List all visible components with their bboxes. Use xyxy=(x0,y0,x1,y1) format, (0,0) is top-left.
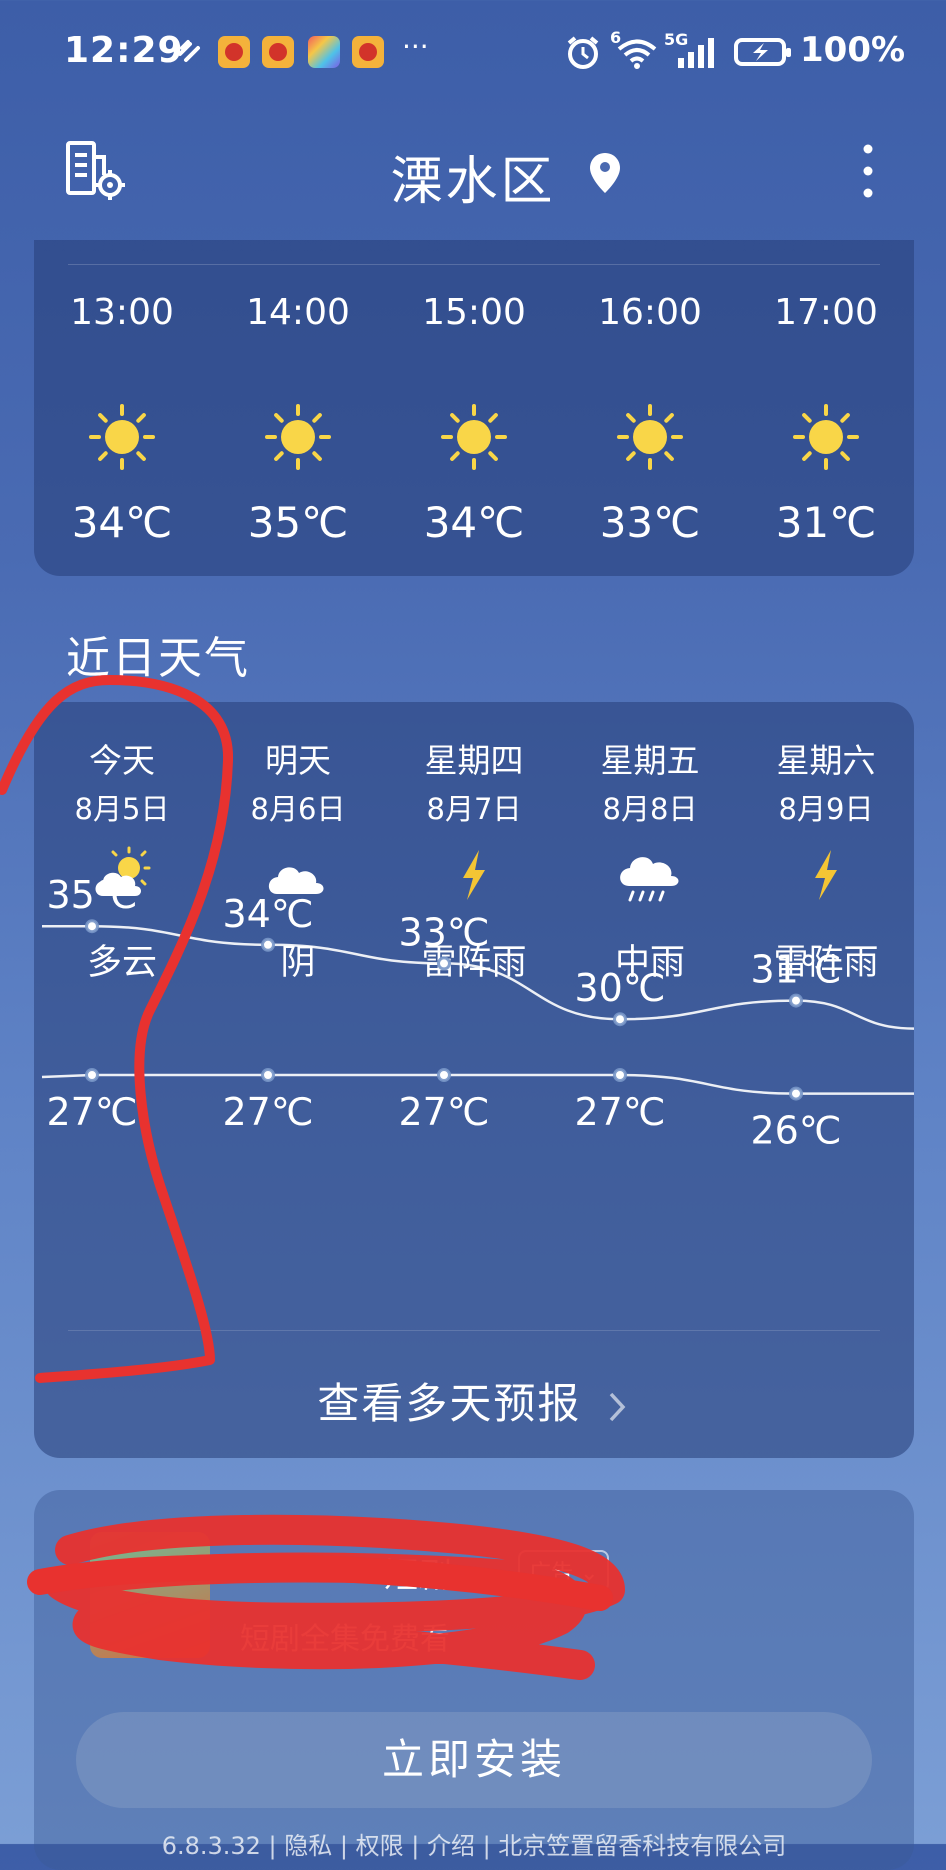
temperature-chart: 35℃ 34℃ 33℃ 30℃ 31℃ 27℃ 27℃ 27℃ 27℃ 26℃ xyxy=(41,873,914,1153)
hour-time: 14:00 xyxy=(246,292,350,333)
high-temp-point xyxy=(613,1012,627,1027)
divider xyxy=(68,264,880,265)
hour-icon xyxy=(386,402,562,472)
weibo-icon xyxy=(262,36,294,68)
sun-icon xyxy=(265,404,331,470)
hour-icon xyxy=(34,402,210,472)
low-temp-label: 27℃ xyxy=(46,1090,137,1134)
high-temp-point xyxy=(789,993,803,1008)
ad-tag[interactable]: 广告 ⌄ xyxy=(518,1550,610,1592)
battery-percent: 100% xyxy=(800,30,906,70)
high-temp-label: 30℃ xyxy=(574,966,665,1010)
hour-icon xyxy=(210,402,386,472)
low-temp-label: 27℃ xyxy=(574,1090,665,1134)
status-bar: 12:29 ··· 6 5G 100% xyxy=(0,0,946,106)
app-icon xyxy=(308,36,340,68)
low-temp-point xyxy=(85,1068,99,1082)
section-title: 近日天气 xyxy=(66,633,250,684)
daily-forecast-card[interactable]: 今天 8月5日 多云 明天 8月6日 阴星期四 8月7日 雷阵雨 星期五 8月8日 … xyxy=(34,702,914,1458)
low-temp-label: 27℃ xyxy=(398,1090,489,1134)
divider xyxy=(68,1330,880,1331)
sun-icon xyxy=(441,404,507,470)
chevron-down-icon: ⌄ xyxy=(580,1561,599,1586)
weibo-icon xyxy=(218,36,250,68)
install-button[interactable]: 立即安装 xyxy=(76,1712,872,1808)
high-temp-label: 35℃ xyxy=(46,873,137,917)
high-temp-point xyxy=(85,919,99,934)
hour-temp: 35℃ xyxy=(247,498,349,547)
hourly-forecast-card[interactable]: 13:00 34℃ 14:00 35℃ 15:00 34℃ 16:00 33℃ 17:0… xyxy=(34,240,914,576)
more-forecast-label: 查看多天预报 xyxy=(317,1379,582,1428)
low-temp-point xyxy=(437,1068,451,1082)
low-temp-point xyxy=(613,1068,627,1082)
sun-icon xyxy=(617,404,683,470)
low-temp-label: 27℃ xyxy=(222,1090,313,1134)
ad-title: 短剧 xyxy=(384,1556,452,1596)
low-temp-point xyxy=(789,1086,803,1101)
wifi-icon xyxy=(617,39,657,69)
ad-subtitle: 短剧全集免费看 xyxy=(240,1622,450,1657)
heart-link-icon xyxy=(178,40,200,62)
header: 溧水区 xyxy=(0,115,946,225)
city-title[interactable]: 溧水区 xyxy=(0,139,946,214)
high-temp-point xyxy=(437,956,451,971)
ad-tag-label: 广告 xyxy=(529,1561,574,1586)
hour-temp: 31℃ xyxy=(775,498,877,547)
sun-icon xyxy=(89,404,155,470)
status-time: 12:29 xyxy=(64,30,184,71)
low-temp-point xyxy=(261,1068,275,1082)
high-temp-label: 31℃ xyxy=(750,948,841,992)
battery-icon xyxy=(734,38,791,66)
sun-icon xyxy=(793,404,859,470)
hour-time: 15:00 xyxy=(422,292,526,333)
location-pin-icon xyxy=(590,153,620,193)
high-temp-point xyxy=(261,937,275,952)
hour-time: 17:00 xyxy=(774,292,878,333)
chevron-right-icon xyxy=(609,1392,626,1421)
hour-temp: 33℃ xyxy=(599,498,701,547)
hour-temp: 34℃ xyxy=(71,498,173,547)
hour-time: 16:00 xyxy=(598,292,702,333)
weibo-icon xyxy=(352,36,384,68)
more-vertical-icon[interactable] xyxy=(856,141,880,201)
more-notifications: ··· xyxy=(402,30,429,63)
ad-card[interactable]: 短剧 广告 ⌄ 短剧全集免费看 立即安装 6.8.3.32 | 隐私 | 权限 … xyxy=(34,1490,914,1870)
hour-time: 13:00 xyxy=(70,292,174,333)
ad-thumbnail[interactable] xyxy=(90,1532,210,1658)
more-forecast-button[interactable]: 查看多天预报 xyxy=(34,1370,914,1431)
high-temp-label: 33℃ xyxy=(398,910,489,954)
high-temp-label: 34℃ xyxy=(222,892,313,936)
alarm-icon xyxy=(567,36,599,69)
low-temp-label: 26℃ xyxy=(750,1109,841,1153)
hour-icon xyxy=(562,402,738,472)
signal-icon xyxy=(678,38,714,68)
hour-temp: 34℃ xyxy=(423,498,525,547)
hour-icon xyxy=(738,402,914,472)
